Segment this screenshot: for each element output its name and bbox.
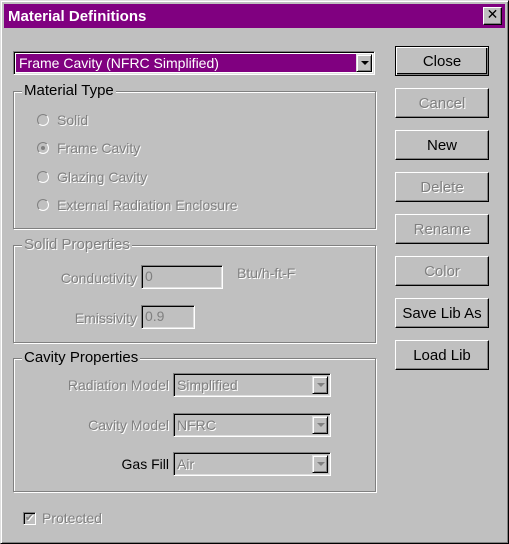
radio-frame-cavity-label: Frame Cavity xyxy=(57,140,141,156)
close-window-icon[interactable]: ✕ xyxy=(483,7,502,25)
material-select-dropdown-button[interactable] xyxy=(356,54,372,72)
radio-button-icon xyxy=(37,171,49,183)
gas-fill-label: Gas Fill xyxy=(121,456,169,472)
radio-frame-cavity[interactable]: Frame Cavity xyxy=(37,140,140,156)
radiation-model-dropdown-button[interactable] xyxy=(312,376,328,394)
new-button[interactable]: New xyxy=(395,130,489,160)
delete-button[interactable]: Delete xyxy=(395,172,489,202)
material-select-value: Frame Cavity (NFRC Simplified) xyxy=(16,54,356,72)
radio-solid[interactable]: Solid xyxy=(37,112,88,128)
emissivity-label: Emissivity xyxy=(74,310,137,326)
cancel-button[interactable]: Cancel xyxy=(395,88,489,118)
cavity-model-label: Cavity Model xyxy=(88,417,169,433)
save-lib-as-button[interactable]: Save Lib As xyxy=(395,298,489,328)
conductivity-label: Conductivity xyxy=(60,270,137,286)
protected-checkbox[interactable]: ✔ Protected xyxy=(23,510,102,526)
title-bar[interactable]: Material Definitions ✕ xyxy=(4,4,505,28)
radio-external-radiation-enclosure[interactable]: External Radiation Enclosure xyxy=(37,197,238,213)
emissivity-field[interactable]: 0.9 xyxy=(141,305,195,329)
protected-label: Protected xyxy=(42,510,102,526)
gas-fill-value: Air xyxy=(177,456,195,472)
load-lib-button[interactable]: Load Lib xyxy=(395,340,489,370)
conductivity-field[interactable]: 0 xyxy=(141,265,223,289)
chevron-down-icon xyxy=(361,61,369,65)
solid-properties-legend: Solid Properties xyxy=(22,236,132,253)
radiation-model-label: Radiation Model xyxy=(67,377,169,393)
window-title: Material Definitions xyxy=(8,7,147,25)
radio-button-icon xyxy=(37,199,49,211)
close-button[interactable]: Close xyxy=(395,46,489,76)
chevron-down-icon xyxy=(317,423,325,427)
conductivity-unit: Btu/h-ft-F xyxy=(237,265,296,281)
material-type-legend: Material Type xyxy=(22,82,116,99)
radio-external-radiation-enclosure-label: External Radiation Enclosure xyxy=(57,197,238,213)
gas-fill-select[interactable]: Air xyxy=(173,452,331,476)
checkmark-icon: ✔ xyxy=(23,511,36,525)
color-button[interactable]: Color xyxy=(395,256,489,286)
cavity-model-value: NFRC xyxy=(177,417,216,433)
gas-fill-dropdown-button[interactable] xyxy=(312,455,328,473)
cavity-properties-legend: Cavity Properties xyxy=(22,349,141,366)
cavity-model-select[interactable]: NFRC xyxy=(173,413,331,437)
chevron-down-icon xyxy=(317,383,325,387)
radio-button-icon xyxy=(37,114,49,126)
radio-button-checked-icon xyxy=(37,142,49,154)
material-select[interactable]: Frame Cavity (NFRC Simplified) xyxy=(13,51,375,75)
radiation-model-select[interactable]: Simplified xyxy=(173,373,331,397)
material-definitions-dialog: Material Definitions ✕ Frame Cavity (NFR… xyxy=(0,0,509,544)
conductivity-value: 0 xyxy=(145,268,153,284)
radio-solid-label: Solid xyxy=(57,112,89,128)
radiation-model-value: Simplified xyxy=(177,377,238,393)
emissivity-value: 0.9 xyxy=(145,308,165,324)
rename-button[interactable]: Rename xyxy=(395,214,489,244)
chevron-down-icon xyxy=(317,462,325,466)
radio-glazing-cavity-label: Glazing Cavity xyxy=(57,169,148,185)
cavity-model-dropdown-button[interactable] xyxy=(312,416,328,434)
radio-glazing-cavity[interactable]: Glazing Cavity xyxy=(37,169,147,185)
